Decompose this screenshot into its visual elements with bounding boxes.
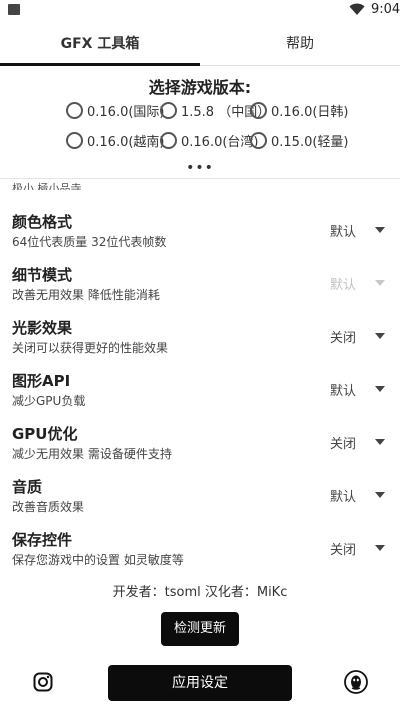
- dropdown-arrow-icon: [375, 439, 385, 445]
- radio-circle: [160, 101, 177, 119]
- qq-icon[interactable]: [344, 670, 368, 694]
- radio-circle: [250, 101, 267, 119]
- radio-circle: [66, 131, 83, 149]
- radio-label: 0.16.0(日韩): [271, 104, 349, 120]
- dropdown-arrow-icon: [375, 333, 385, 339]
- setting-title: 颜色格式: [12, 213, 73, 231]
- setting-desc: 保存您游戏中的设置 如灵敏度等: [12, 553, 184, 567]
- setting-value-dropdown[interactable]: 关闭: [330, 327, 368, 346]
- setting-desc: 64位代表质量 32位代表帧数: [12, 235, 167, 249]
- radio-row-1: 0.16.0(国际) 1.5.8 （中国） 0.16.0(日韩): [0, 98, 400, 122]
- setting-desc: 关闭可以获得更好的性能效果: [12, 341, 169, 355]
- radio-label: 0.16.0(国际): [87, 104, 165, 120]
- status-bar: 9:04: [0, 0, 400, 20]
- setting-desc: 减少GPU负载: [12, 394, 86, 408]
- setting-value-dropdown[interactable]: 默认: [330, 221, 368, 240]
- dropdown-arrow-icon: [375, 545, 385, 551]
- setting-color-format[interactable]: 颜色格式 64位代表质量 32位代表帧数 默认: [0, 211, 400, 263]
- radio-version-taiwan[interactable]: 0.16.0(台湾): [160, 128, 259, 152]
- cutoff-setting-text: 极小 極小品寺: [12, 182, 82, 190]
- setting-save-controls[interactable]: 保存控件 保存您游戏中的设置 如灵敏度等 关闭: [0, 529, 400, 581]
- tab-bar: GFX 工具箱 帮助: [0, 24, 400, 66]
- status-time: 9:04: [371, 2, 400, 17]
- setting-value-dropdown[interactable]: 关闭: [330, 539, 368, 558]
- setting-value-dropdown[interactable]: 默认: [330, 486, 368, 505]
- radio-version-vietnam[interactable]: 0.16.0(越南): [66, 128, 165, 152]
- apply-settings-button[interactable]: 应用设定: [108, 665, 292, 701]
- setting-value-dropdown[interactable]: 关闭: [330, 433, 368, 452]
- credits: 开发者：tsoml 汉化者：MiKc: [112, 585, 288, 600]
- divider: [0, 178, 400, 179]
- dropdown-arrow-icon: [375, 227, 385, 233]
- setting-title: 图形API: [12, 372, 71, 390]
- setting-shadow-effects[interactable]: 光影效果 关闭可以获得更好的性能效果 关闭: [0, 317, 400, 369]
- radio-label: 0.16.0(越南): [87, 134, 165, 150]
- radio-version-lite[interactable]: 0.15.0(轻量): [250, 128, 349, 152]
- radio-circle: [66, 101, 83, 119]
- tab-help[interactable]: 帮助: [200, 24, 400, 66]
- setting-desc: 改善无用效果 降低性能消耗: [12, 288, 160, 302]
- setting-gpu-optimization[interactable]: GPU优化 减少无用效果 需设备硬件支持 关闭: [0, 423, 400, 475]
- setting-title: 音质: [12, 478, 43, 496]
- radio-row-2: 0.16.0(越南) 0.16.0(台湾) 0.15.0(轻量): [0, 128, 400, 152]
- radio-version-global[interactable]: 0.16.0(国际): [66, 98, 165, 122]
- setting-title: GPU优化: [12, 425, 78, 443]
- setting-title: 细节模式: [12, 266, 73, 284]
- setting-graphics-api[interactable]: 图形API 减少GPU负载 默认: [0, 370, 400, 422]
- radio-label: 0.15.0(轻量): [271, 134, 349, 150]
- setting-title: 光影效果: [12, 319, 73, 337]
- radio-label: 0.16.0(台湾): [181, 134, 259, 150]
- dropdown-arrow-icon: [375, 386, 385, 392]
- check-update-button[interactable]: 检测更新: [161, 612, 239, 646]
- version-title: 选择游戏版本:: [148, 78, 252, 97]
- setting-value-dropdown[interactable]: 默认: [330, 380, 368, 399]
- radio-version-jp-kr[interactable]: 0.16.0(日韩): [250, 98, 349, 122]
- setting-title: 保存控件: [12, 531, 73, 549]
- setting-value-dropdown: 默认: [330, 278, 357, 293]
- setting-desc: 改善音质效果: [12, 500, 85, 514]
- dropdown-arrow-icon: [375, 492, 385, 498]
- notification-icon: [8, 4, 20, 15]
- setting-detail-mode: 细节模式 改善无用效果 降低性能消耗 默认: [0, 264, 400, 316]
- radio-circle: [160, 131, 177, 149]
- dropdown-arrow-icon: [375, 280, 385, 286]
- setting-desc: 减少无用效果 需设备硬件支持: [12, 447, 172, 461]
- radio-circle: [250, 131, 267, 149]
- tab-gfx-tool[interactable]: GFX 工具箱: [0, 24, 200, 66]
- tab-indicator: [0, 63, 200, 66]
- more-options-button[interactable]: •••: [0, 160, 400, 176]
- setting-sound-quality[interactable]: 音质 改善音质效果 默认: [0, 476, 400, 528]
- instagram-icon[interactable]: [33, 672, 53, 692]
- wifi-icon: [349, 3, 365, 15]
